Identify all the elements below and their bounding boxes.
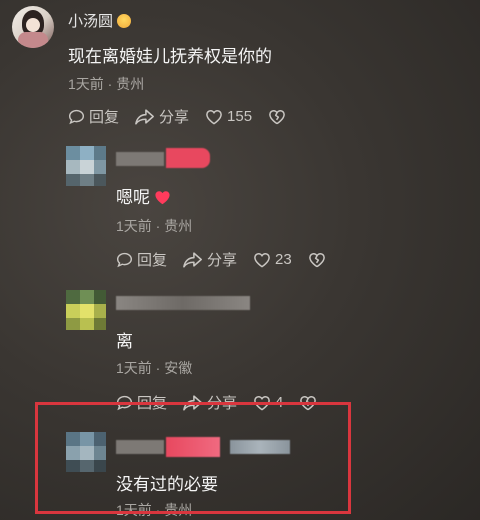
broken-heart-icon (269, 109, 285, 124)
reply-avatar-pixelated[interactable] (66, 290, 106, 330)
main-comment-username[interactable]: 小汤圆 (68, 13, 113, 30)
reply-text: 离 (116, 332, 133, 351)
reply-button[interactable]: 回复 (68, 106, 119, 127)
share-label: 分享 (207, 252, 238, 269)
broken-heart-icon (308, 252, 325, 267)
like-button[interactable]: 155 (205, 106, 252, 127)
share-label: 分享 (159, 109, 190, 126)
reply-avatar-pixelated[interactable] (66, 146, 106, 186)
heart-icon (254, 252, 270, 268)
heart-icon (206, 109, 222, 125)
main-comment-text: 现在离婚娃儿抚养权是你的 (68, 47, 272, 66)
share-button[interactable]: 分享 (183, 249, 237, 270)
main-comment-header: 小汤圆 (68, 10, 132, 31)
reply-icon (68, 109, 85, 125)
share-button[interactable]: 分享 (135, 106, 189, 127)
reply-badge-redacted (166, 148, 210, 168)
highlight-box (35, 402, 351, 514)
reply-label: 回复 (137, 252, 168, 269)
dislike-button[interactable] (308, 249, 330, 270)
reply-actions: 回复 分享 23 (116, 249, 330, 270)
reply-meta: 1天前 · 贵州 (116, 218, 193, 234)
share-icon (183, 252, 202, 268)
reply-username-redacted (116, 296, 250, 310)
like-button[interactable]: 23 (253, 249, 292, 270)
main-comment-meta: 1天前 · 贵州 (68, 76, 145, 92)
user-badge-icon (117, 14, 132, 28)
dislike-button[interactable] (268, 106, 290, 127)
reply-label: 回复 (89, 109, 120, 126)
reply-button[interactable]: 回复 (116, 249, 167, 270)
red-heart-emoji-icon (155, 191, 170, 205)
main-comment-actions: 回复 分享 155 (68, 106, 290, 127)
reply-meta: 1天前 · 安徽 (116, 360, 193, 376)
reply-username-redacted (116, 152, 164, 166)
share-icon (135, 109, 154, 125)
like-count: 23 (275, 251, 292, 268)
like-count: 155 (227, 108, 253, 125)
reply-icon (116, 252, 133, 268)
reply-text: 嗯呢 (116, 183, 171, 208)
main-comment-avatar[interactable] (12, 6, 54, 48)
